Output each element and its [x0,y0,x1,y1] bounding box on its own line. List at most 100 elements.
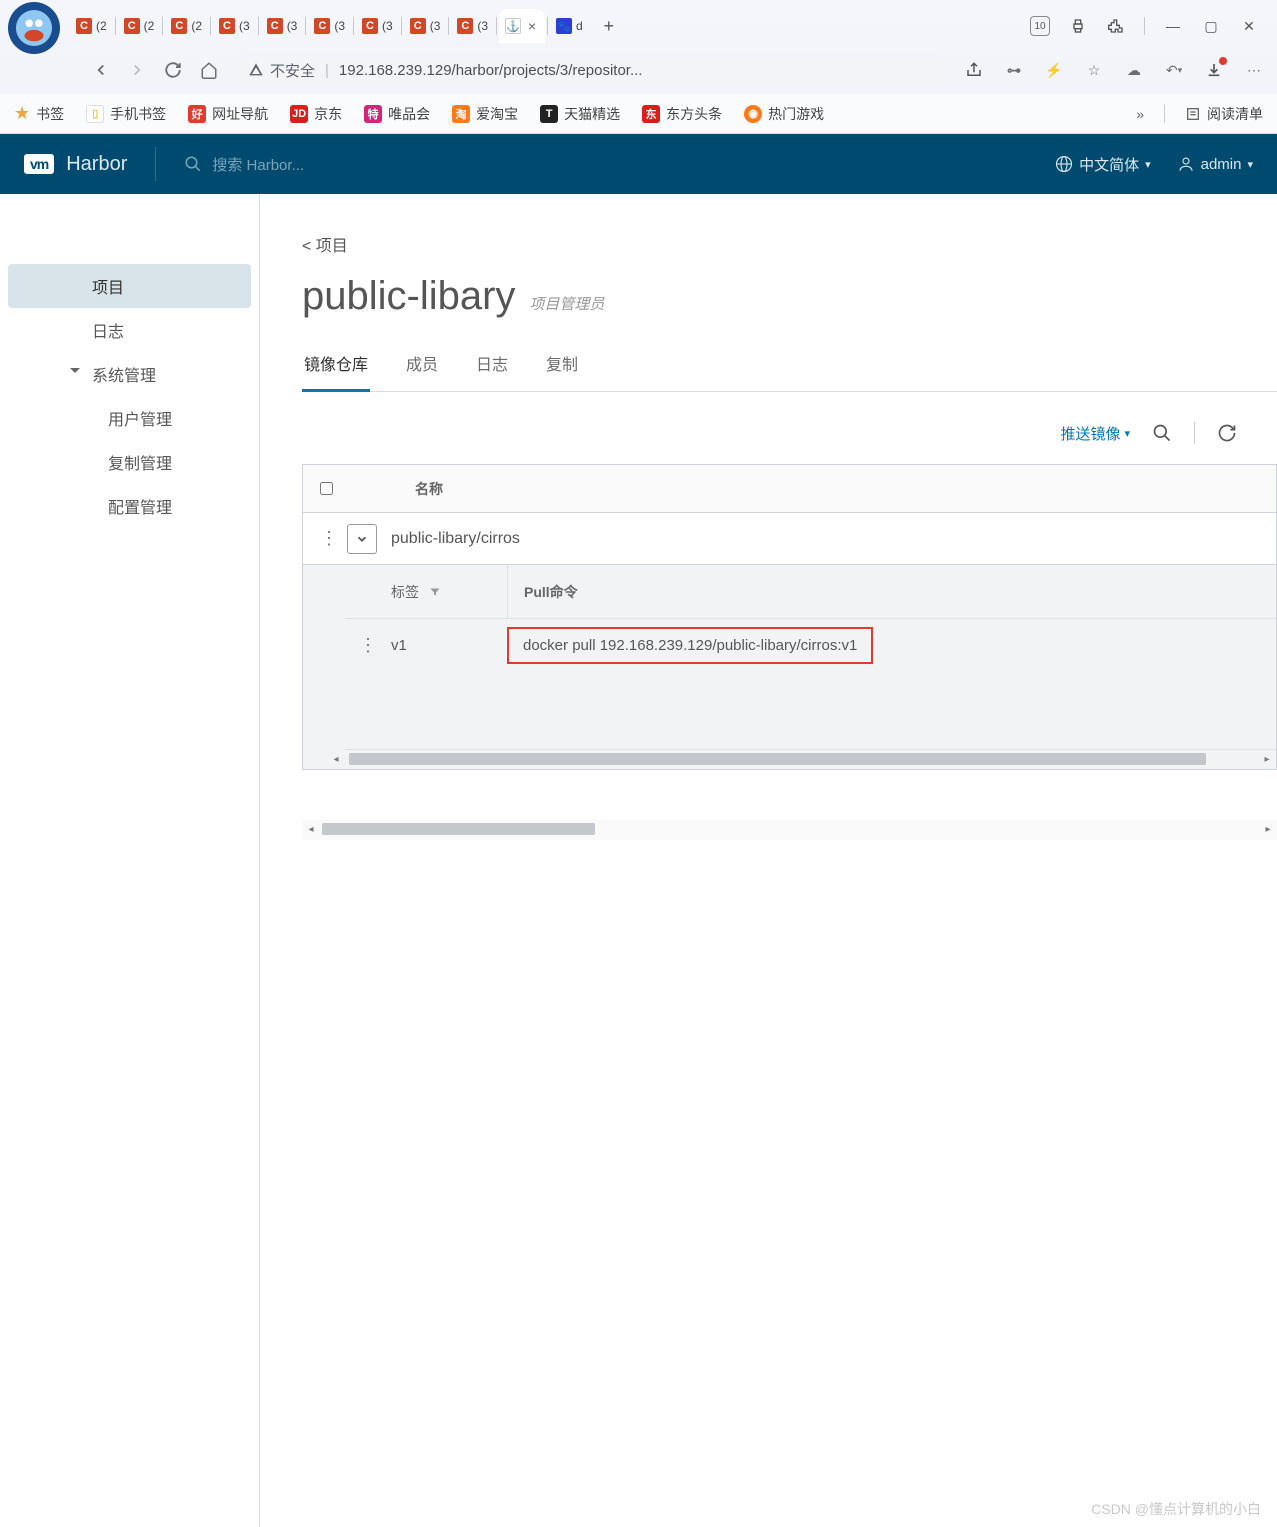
sidebar-item-users[interactable]: 用户管理 [0,396,259,440]
bookmarks-overflow-icon[interactable]: » [1136,106,1144,122]
row-menu-icon[interactable]: ⋮ [311,528,347,549]
baidu-favicon-icon: 🐾 [556,18,572,34]
profile-avatar[interactable] [8,2,60,54]
browser-tab[interactable]: 🐾d [550,9,589,43]
tag-row[interactable]: ⋮ v1 docker pull 192.168.239.129/public-… [345,619,1276,671]
language-selector[interactable]: 中文简体 ▾ [1055,154,1151,175]
sidebar-item-config[interactable]: 配置管理 [0,484,259,528]
cloud-icon[interactable]: ☁ [1123,59,1145,81]
address-row: 不安全 | 192.168.239.129/harbor/projects/3/… [0,46,1277,94]
scroll-left-icon[interactable]: ◂ [302,820,320,838]
browser-tab[interactable]: C(2 [165,9,208,43]
tag-value: v1 [391,637,507,654]
maximize-button[interactable]: ▢ [1201,16,1221,36]
browser-tab[interactable]: C(3 [451,9,494,43]
reading-list-button[interactable]: 阅读清单 [1185,104,1263,124]
browser-tab[interactable]: C(3 [404,9,447,43]
lightning-icon[interactable]: ⚡ [1043,59,1065,81]
scroll-right-icon[interactable]: ▸ [1258,750,1276,768]
tab-replication[interactable]: 复制 [544,343,580,391]
globe-icon [1055,155,1073,173]
close-window-button[interactable]: ✕ [1239,16,1259,36]
bookmark-item[interactable]: JD京东 [290,104,342,124]
column-header-pull[interactable]: Pull命令 [507,565,578,618]
scroll-left-icon[interactable]: ◂ [327,750,345,768]
reload-button[interactable] [162,59,184,81]
project-tabs: 镜像仓库 成员 日志 复制 [302,343,1277,392]
undo-icon[interactable]: ↶▾ [1163,59,1185,81]
bookmark-item[interactable]: ◉热门游戏 [744,104,824,124]
repo-name[interactable]: public-libary/cirros [377,530,520,548]
harbor-search[interactable]: 搜索 Harbor... [184,154,304,175]
chevron-down-icon: ▾ [1247,158,1253,171]
forward-button[interactable] [126,59,148,81]
sidebar-item-system[interactable]: 系统管理 [0,352,259,396]
sidebar-item-replication[interactable]: 复制管理 [0,440,259,484]
chevron-down-icon: ▾ [1145,158,1151,171]
user-menu[interactable]: admin ▾ [1177,155,1253,173]
bookmark-item[interactable]: 特唯品会 [364,104,430,124]
search-icon[interactable] [1152,423,1172,443]
project-role: 项目管理员 [529,293,604,314]
vm-logo-icon: vm [24,154,54,174]
refresh-icon[interactable] [1217,423,1237,443]
sidebar-item-projects[interactable]: 项目 [8,264,251,308]
tab-repositories[interactable]: 镜像仓库 [302,343,370,392]
browser-tab[interactable]: C(2 [118,9,161,43]
search-placeholder: 搜索 Harbor... [212,154,304,175]
bookmark-item[interactable]: 东东方头条 [642,104,722,124]
browser-tab[interactable]: C(3 [308,9,351,43]
minimize-button[interactable]: — [1163,16,1183,36]
address-bar[interactable]: 不安全 | 192.168.239.129/harbor/projects/3/… [234,53,949,87]
search-icon [184,155,202,173]
outer-scrollbar[interactable]: ◂ ▸ [302,820,1277,840]
tab-count-button[interactable]: 10 [1030,16,1050,36]
browser-tab[interactable]: C(3 [213,9,256,43]
chevron-down-icon [355,532,369,546]
tab-logs[interactable]: 日志 [474,343,510,391]
download-icon[interactable] [1203,59,1225,81]
repositories-table: 名称 ⋮ public-libary/cirros 标签 Pull命令 ⋮ v1… [302,464,1277,770]
extensions-icon[interactable] [1106,16,1126,36]
key-icon[interactable]: ⊶ [1003,59,1025,81]
browser-tab[interactable]: C(2 [70,9,113,43]
home-button[interactable] [198,59,220,81]
back-button[interactable] [90,59,112,81]
table-row[interactable]: ⋮ public-libary/cirros [303,513,1276,565]
project-title: public-libary [302,274,515,319]
share-icon[interactable] [963,59,985,81]
push-image-button[interactable]: 推送镜像▾ [1060,423,1130,444]
browser-tab[interactable]: C(3 [261,9,304,43]
breadcrumb-back[interactable]: < 项目 [302,232,1277,256]
bookmark-item[interactable]: 好网址导航 [188,104,268,124]
print-icon[interactable] [1068,16,1088,36]
tab-members[interactable]: 成员 [404,343,440,391]
star-icon[interactable]: ☆ [1083,59,1105,81]
browser-tab[interactable]: C(3 [356,9,399,43]
inner-scrollbar[interactable]: ◂ ▸ [345,749,1276,769]
harbor-logo[interactable]: vm Harbor [24,153,127,176]
bookmark-item[interactable]: 淘爱淘宝 [452,104,518,124]
browser-tab-active[interactable]: ⚓× [499,9,545,43]
bookmark-item[interactable]: ★书签 [14,103,64,124]
row-menu-icon[interactable]: ⋮ [345,635,391,656]
column-header-tag[interactable]: 标签 [391,582,507,602]
bookmark-item[interactable]: T天猫精选 [540,104,620,124]
select-all-checkbox[interactable] [320,482,333,495]
close-tab-icon[interactable]: × [525,19,539,33]
sidebar: 项目 日志 系统管理 用户管理 复制管理 配置管理 [0,194,260,1527]
filter-icon[interactable] [429,586,441,598]
watermark: CSDN @懂点计算机的小白 [1091,1499,1261,1519]
harbor-favicon-icon: ⚓ [505,18,521,34]
menu-icon[interactable]: ⋯ [1243,59,1265,81]
sidebar-item-logs[interactable]: 日志 [0,308,259,352]
column-header-name[interactable]: 名称 [349,479,443,499]
scroll-right-icon[interactable]: ▸ [1259,820,1277,838]
new-tab-button[interactable]: + [595,12,623,40]
tags-subtable: 标签 Pull命令 ⋮ v1 docker pull 192.168.239.1… [303,565,1276,769]
bookmarks-bar: ★书签 ▯手机书签 好网址导航 JD京东 特唯品会 淘爱淘宝 T天猫精选 东东方… [0,94,1277,134]
pull-command[interactable]: docker pull 192.168.239.129/public-libar… [507,627,873,664]
insecure-warning[interactable]: 不安全 [248,60,315,81]
row-expand-button[interactable] [347,524,377,554]
bookmark-item[interactable]: ▯手机书签 [86,104,166,124]
